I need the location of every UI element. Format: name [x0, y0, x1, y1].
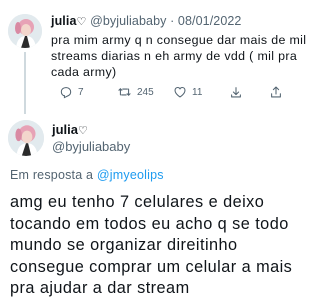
replying-to: Em resposta a @jmyeolips	[10, 168, 164, 182]
retweet-button[interactable]: 245	[117, 84, 154, 100]
display-name-text: julia	[52, 122, 79, 137]
upload-button[interactable]	[269, 84, 283, 100]
tweet-text-line: pra mim army q n consegue dar mais de mi…	[51, 33, 307, 47]
replying-to-label: Em resposta a	[10, 168, 94, 182]
reply-button[interactable]: 7	[59, 84, 84, 100]
upload-icon	[271, 86, 281, 98]
avatar-image	[8, 14, 42, 48]
handle[interactable]: @byjuliababy	[52, 139, 130, 154]
tweet-text-line: streams diarias n eh army de vdd ( mil p…	[51, 49, 298, 63]
handle[interactable]: @byjuliababy	[90, 14, 166, 28]
tweet-header: julia♡ @byjuliababy · 08/01/2022	[51, 14, 241, 28]
reply-icon	[60, 87, 72, 99]
reply-count: 7	[78, 86, 84, 98]
avatar[interactable]	[8, 120, 44, 156]
heart-icon	[174, 86, 186, 98]
separator-dot: ·	[170, 14, 175, 28]
tweet-text-line: cada army)	[51, 65, 117, 79]
mention-link[interactable]: @jmyeolips	[97, 168, 164, 182]
tweet-text: amg eu tenho 7 celulares e deixo tocando…	[10, 192, 298, 300]
tweet-text: pra mim army q n consegue dar mais de mi…	[51, 32, 307, 80]
share-icon	[231, 87, 241, 98]
reply-tweet[interactable]: julia♡ @byjuliababy Em resposta a @jmyeo…	[0, 108, 300, 300]
parent-tweet[interactable]: julia♡ @byjuliababy · 08/01/2022 pra mim…	[0, 0, 307, 114]
retweet-icon	[118, 88, 131, 96]
like-count: 11	[192, 86, 203, 98]
name-heart-symbol: ♡	[78, 125, 88, 137]
like-button[interactable]: 11	[173, 84, 202, 100]
tweet-text-line: amg eu tenho 7 celulares e deixo	[10, 193, 265, 211]
avatar-image	[8, 120, 44, 156]
display-name[interactable]: julia♡	[52, 122, 88, 137]
tweet-text-line: pra ajudar a dar stream	[10, 279, 190, 297]
tweet-text-line: consegue comprar um celular a mais	[10, 257, 293, 276]
tweet-text-line: mundo se organizar direitinho	[10, 236, 238, 254]
tweet-date[interactable]: 08/01/2022	[178, 14, 242, 28]
display-name[interactable]: julia♡	[51, 14, 86, 28]
name-heart-symbol: ♡	[76, 16, 87, 28]
tweet-text-line: tocando em todos eu acho q se todo	[10, 214, 289, 233]
retweet-count: 245	[137, 86, 154, 98]
share-button[interactable]	[229, 84, 243, 100]
tweet-actions: 7 245 11	[51, 84, 291, 100]
display-name-text: julia	[51, 14, 77, 28]
thread-line	[24, 52, 26, 114]
avatar[interactable]	[8, 14, 42, 48]
